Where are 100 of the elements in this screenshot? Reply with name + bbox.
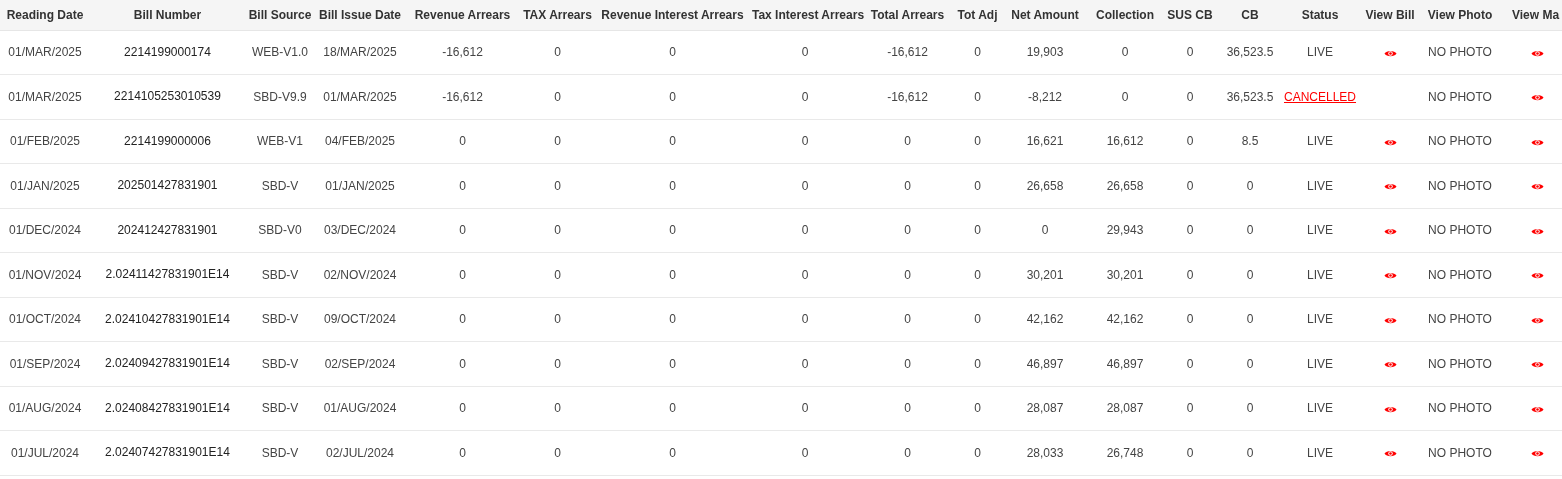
table-cell: 0 <box>904 356 911 371</box>
table-cell: 202412427831901 <box>117 222 218 237</box>
table-cell: 0 <box>459 312 466 327</box>
view-bill-eye-icon[interactable] <box>1383 404 1397 414</box>
table-cell: 0 <box>1186 267 1194 282</box>
table-cell: 0 <box>669 445 676 460</box>
view-bill-eye-icon[interactable] <box>1383 226 1397 236</box>
table-cell: 0 <box>1186 178 1194 193</box>
table-cell: 2.02408427831901E14 <box>105 400 230 415</box>
table-cell: 02/JUL/2024 <box>325 445 395 460</box>
table-cell: 03/DEC/2024 <box>323 223 396 238</box>
table-cell: 01/FEB/2025 <box>9 134 81 149</box>
view-bill-eye-icon[interactable] <box>1383 315 1397 325</box>
table-cell: 0 <box>554 356 561 371</box>
status-text: LIVE <box>1307 134 1333 149</box>
table-cell: 0 <box>669 401 676 416</box>
column-header: Bill Issue Date <box>315 0 405 30</box>
table-cell: 46,897 <box>1106 356 1144 371</box>
table-cell: NO PHOTO <box>1428 223 1492 238</box>
table-cell: 0 <box>801 178 809 193</box>
view-map-eye-icon[interactable] <box>1531 315 1544 325</box>
table-cell: 0 <box>669 223 676 238</box>
table-cell: 30,201 <box>1026 267 1064 282</box>
table-cell: 46,897 <box>1026 356 1064 371</box>
table-cell: 26,748 <box>1106 445 1144 460</box>
table-cell: 26,658 <box>1106 178 1144 193</box>
table-cell: 0 <box>904 267 911 282</box>
table-cell: 0 <box>554 445 561 460</box>
view-bill-eye-icon[interactable] <box>1383 137 1397 147</box>
table-cell: 0 <box>459 445 466 460</box>
table-cell: 2214199000006 <box>124 133 211 148</box>
table-cell: 0 <box>1246 445 1254 460</box>
table-cell: 01/AUG/2024 <box>8 401 82 416</box>
table-cell: 01/AUG/2024 <box>323 401 397 416</box>
table-cell: -8,212 <box>1028 89 1062 104</box>
table-cell: 0 <box>904 223 911 238</box>
table-cell: 0 <box>801 267 809 282</box>
table-cell: 0 <box>974 178 981 193</box>
table-cell: 28,087 <box>1026 401 1064 416</box>
view-map-eye-icon[interactable] <box>1531 137 1544 147</box>
view-map-eye-icon[interactable] <box>1531 271 1544 281</box>
table-cell: 0 <box>801 223 809 238</box>
table-cell: -16,612 <box>442 89 483 104</box>
table-cell: WEB-V1 <box>257 134 303 149</box>
table-cell: 0 <box>1186 45 1194 60</box>
column-header: View Photo <box>1420 0 1500 30</box>
table-cell: 0 <box>801 356 809 371</box>
view-map-eye-icon[interactable] <box>1531 404 1544 414</box>
view-bill-eye-icon[interactable] <box>1383 48 1397 58</box>
table-cell: 18/MAR/2025 <box>323 45 397 60</box>
view-map-eye-icon[interactable] <box>1531 48 1544 58</box>
table-cell: 0 <box>669 45 676 60</box>
table-cell: 0 <box>801 45 809 60</box>
status-text: LIVE <box>1307 223 1333 238</box>
status-text: LIVE <box>1307 356 1333 371</box>
table-cell: 0 <box>801 445 809 460</box>
table-cell: 0 <box>1246 356 1254 371</box>
table-cell: 01/JUL/2024 <box>10 445 80 460</box>
view-bill-eye-icon[interactable] <box>1383 271 1397 281</box>
table-cell: NO PHOTO <box>1428 356 1492 371</box>
table-cell: 0 <box>669 134 676 149</box>
view-map-eye-icon[interactable] <box>1531 449 1544 459</box>
table-cell: -16,612 <box>887 89 928 104</box>
table-cell: 0 <box>974 223 981 238</box>
view-map-eye-icon[interactable] <box>1531 93 1544 103</box>
view-bill-eye-icon[interactable] <box>1383 360 1397 370</box>
table-cell: 0 <box>459 178 466 193</box>
table-cell: 0 <box>554 45 561 60</box>
table-cell: 01/JAN/2025 <box>325 178 395 193</box>
status-link[interactable]: CANCELLED <box>1284 89 1356 104</box>
table-cell: 0 <box>801 401 809 416</box>
table-cell: 30,201 <box>1106 267 1144 282</box>
table-cell: 01/DEC/2024 <box>8 223 81 238</box>
column-header: SUS CB <box>1160 0 1220 30</box>
table-cell: 0 <box>904 134 911 149</box>
column-header: Collection <box>1090 0 1160 30</box>
table-cell: -16,612 <box>442 45 483 60</box>
view-map-eye-icon[interactable] <box>1531 226 1544 236</box>
table-cell: 0 <box>974 312 981 327</box>
status-text: LIVE <box>1307 312 1333 327</box>
table-cell: 0 <box>554 89 561 104</box>
table-cell: 0 <box>669 178 676 193</box>
table-cell: 0 <box>801 89 809 104</box>
table-cell: 0 <box>1186 89 1194 104</box>
view-bill-eye-icon[interactable] <box>1383 449 1397 459</box>
view-map-eye-icon[interactable] <box>1531 360 1544 370</box>
table-cell: 0 <box>904 401 911 416</box>
column-header: View Bill <box>1360 0 1420 30</box>
table-cell: 36,523.5 <box>1226 45 1274 60</box>
table-cell: 0 <box>801 312 809 327</box>
table-cell: 0 <box>1186 401 1194 416</box>
column-header: Status <box>1280 0 1360 30</box>
view-map-eye-icon[interactable] <box>1531 182 1544 192</box>
table-cell: WEB-V1.0 <box>252 45 308 60</box>
status-text: LIVE <box>1307 267 1333 282</box>
view-bill-eye-icon[interactable] <box>1383 182 1397 192</box>
table-cell: 0 <box>1186 134 1194 149</box>
column-header: TAX Arrears <box>520 0 595 30</box>
table-cell: 2.02409427831901E14 <box>105 356 230 370</box>
table-cell: 2.02411427831901E14 <box>105 267 230 281</box>
